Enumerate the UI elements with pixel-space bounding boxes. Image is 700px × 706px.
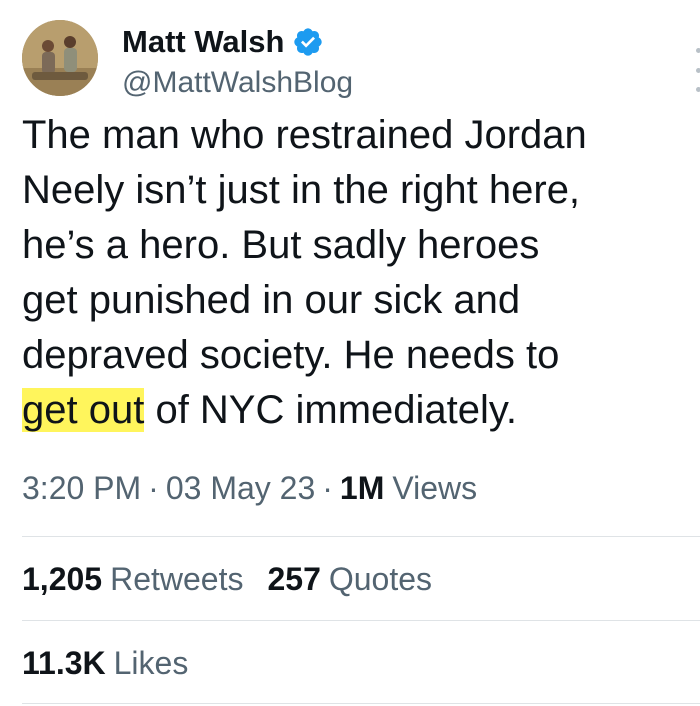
highlighted-text: get out — [22, 388, 145, 432]
tweet: Matt Walsh @MattWalshBlog The man who re… — [0, 0, 700, 706]
likes-stat[interactable]: 11.3K Likes — [22, 645, 188, 682]
avatar[interactable] — [22, 20, 98, 96]
divider — [22, 536, 700, 537]
tweet-line-rest: of NYC immediately. — [144, 388, 518, 432]
meta-separator: · — [322, 470, 333, 506]
tweet-text: The man who restrained Jordan Neely isn’… — [22, 108, 682, 438]
more-options-icon[interactable] — [686, 48, 700, 92]
quotes-stat[interactable]: 257 Quotes — [267, 561, 432, 598]
handle[interactable]: @MattWalshBlog — [122, 66, 353, 100]
more-dot — [695, 48, 700, 53]
tweet-line: Neely isn’t just in the right here, — [22, 168, 581, 212]
quotes-count: 257 — [267, 561, 321, 597]
tweet-meta: 3:20 PM · 03 May 23 · 1M Views — [22, 470, 477, 507]
retweets-stat[interactable]: 1,205 Retweets — [22, 561, 243, 598]
name-row: Matt Walsh — [122, 20, 324, 64]
verified-badge-icon — [292, 26, 324, 58]
quotes-label: Quotes — [328, 561, 433, 597]
avatar-image — [22, 20, 98, 96]
tweet-date[interactable]: 03 May 23 — [166, 470, 315, 507]
tweet-line-last: get out of NYC immediately. — [22, 383, 682, 438]
retweets-count: 1,205 — [22, 561, 103, 597]
likes-label: Likes — [113, 645, 189, 681]
more-dot — [695, 67, 700, 73]
display-name[interactable]: Matt Walsh — [122, 24, 284, 60]
likes-count: 11.3K — [22, 645, 106, 681]
tweet-time[interactable]: 3:20 PM — [22, 470, 141, 507]
tweet-line: get punished in our sick and — [22, 278, 521, 322]
views-count: 1M — [339, 470, 385, 506]
retweets-label: Retweets — [110, 561, 244, 597]
stats-row-shares: 1,205 Retweets 257 Quotes — [22, 561, 432, 598]
meta-separator: · — [148, 470, 159, 506]
more-dot — [695, 87, 700, 92]
tweet-line: The man who restrained Jordan — [22, 113, 587, 157]
divider — [22, 703, 700, 704]
tweet-line: he’s a hero. But sadly heroes — [22, 223, 540, 267]
stats-row-likes: 11.3K Likes — [22, 645, 188, 682]
tweet-line: depraved society. He needs to — [22, 333, 560, 377]
divider — [22, 620, 700, 621]
tweet-header: Matt Walsh @MattWalshBlog — [22, 12, 700, 102]
views-label: Views — [392, 470, 478, 506]
